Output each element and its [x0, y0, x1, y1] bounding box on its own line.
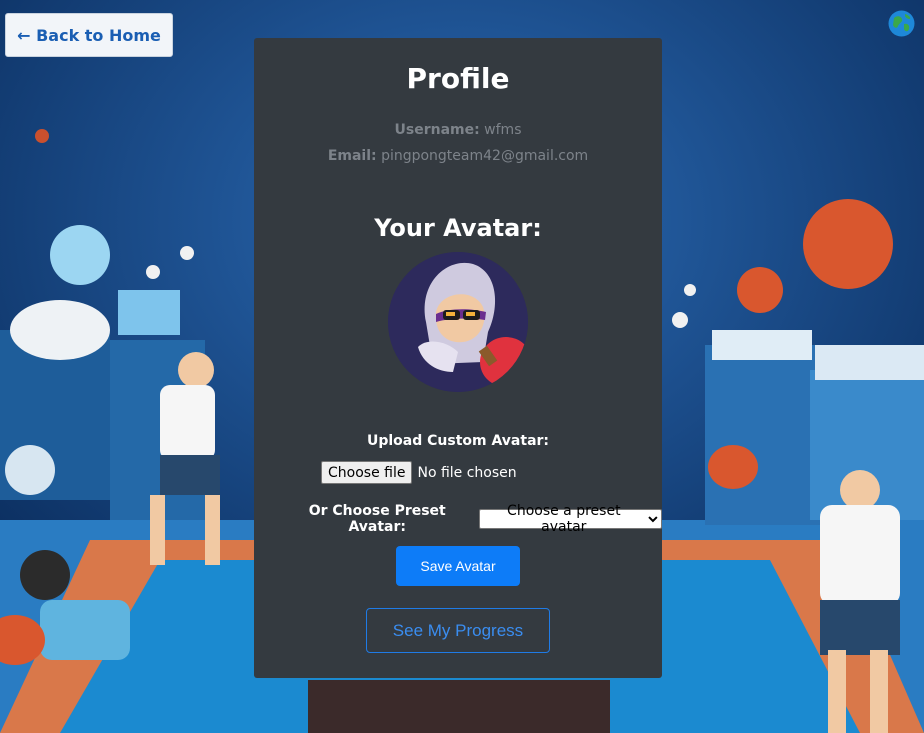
avatar-heading: Your Avatar: — [374, 214, 542, 242]
email-row: Email: pingpongteam42@gmail.com — [254, 148, 662, 164]
file-input[interactable]: Choose file No file chosen — [321, 461, 517, 484]
avatar — [388, 252, 528, 392]
preset-selected-value: Choose a preset avatar — [507, 503, 621, 535]
preset-avatar-select[interactable]: Choose a preset avatar — [479, 503, 662, 535]
hooded-player-avatar-icon — [388, 252, 528, 392]
see-progress-button[interactable]: See My Progress — [366, 608, 550, 653]
globe-icon[interactable] — [888, 10, 915, 37]
preset-avatar-row: Or Choose Preset Avatar: Choose a preset… — [279, 503, 662, 535]
upload-avatar-label: Upload Custom Avatar: — [366, 433, 550, 449]
username-row: Username: wfms — [254, 122, 662, 138]
username-value: wfms — [484, 122, 522, 138]
preset-avatar-label: Or Choose Preset Avatar: — [308, 503, 446, 535]
email-value: pingpongteam42@gmail.com — [381, 148, 589, 164]
page-title: Profile — [406, 62, 510, 95]
file-status: No file chosen — [417, 464, 517, 481]
email-label: Email: — [327, 148, 377, 164]
back-to-home-button[interactable]: ← Back to Home — [5, 13, 173, 57]
username-label: Username: — [394, 122, 480, 138]
chevron-down-icon — [648, 515, 658, 522]
table-base-decoration — [308, 680, 610, 733]
profile-panel: Profile Username: wfms Email: pingpongte… — [254, 38, 662, 678]
save-avatar-button[interactable]: Save Avatar — [396, 546, 520, 586]
choose-file-button[interactable]: Choose file — [321, 461, 413, 484]
